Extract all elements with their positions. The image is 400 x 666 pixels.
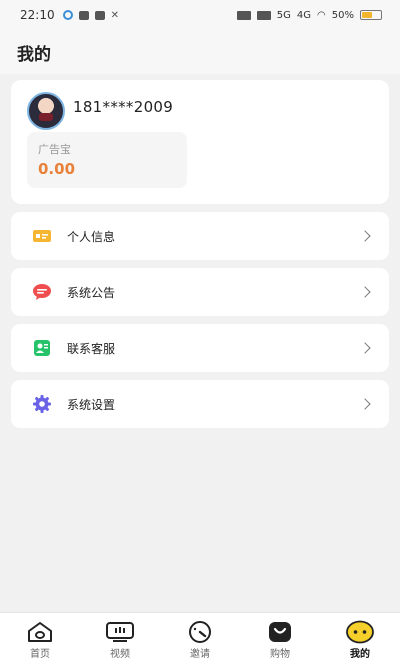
page-header: 我的 bbox=[0, 30, 400, 74]
id-card-icon bbox=[32, 226, 52, 246]
menu-label: 联系客服 bbox=[67, 341, 116, 356]
battery-icon bbox=[360, 10, 382, 20]
tab-label: 邀请 bbox=[190, 649, 210, 660]
contact-icon bbox=[32, 338, 52, 358]
nfc-icon bbox=[236, 10, 251, 20]
wallet-amount: 0.00 bbox=[38, 160, 76, 178]
wifi-icon: ◠ bbox=[317, 9, 326, 21]
tab-shopping[interactable]: 购物 bbox=[240, 613, 320, 666]
tab-video[interactable]: 视频 bbox=[80, 613, 160, 666]
menu-label: 个人信息 bbox=[67, 229, 116, 244]
menu-item-announcement[interactable]: 系统公告 bbox=[11, 268, 389, 316]
shopping-icon bbox=[265, 620, 295, 644]
tab-profile[interactable]: 我的 bbox=[320, 613, 400, 666]
battery-percent: 50% bbox=[331, 9, 354, 21]
chevron-right-icon bbox=[359, 398, 371, 410]
sync-icon bbox=[62, 10, 73, 20]
menu-item-customer-service[interactable]: 联系客服 bbox=[11, 324, 389, 372]
signal-5g-icon: 5G bbox=[276, 9, 291, 21]
user-phone: 181****2009 bbox=[73, 98, 174, 116]
status-right: 5G 4G ◠ 50% bbox=[236, 9, 382, 21]
gear-icon bbox=[32, 394, 52, 414]
wallet-label: 广告宝 bbox=[38, 143, 71, 156]
chat-icon bbox=[78, 10, 89, 20]
signal-4g-icon: 4G bbox=[296, 9, 312, 21]
menu-item-personal-info[interactable]: 个人信息 bbox=[11, 212, 389, 260]
chevron-right-icon bbox=[359, 342, 371, 354]
status-bar: 22:10 ✕ 5G 4G ◠ 50% bbox=[0, 0, 400, 30]
tab-label: 首页 bbox=[30, 649, 50, 660]
tab-invite[interactable]: 邀请 bbox=[160, 613, 240, 666]
chevron-right-icon bbox=[359, 286, 371, 298]
hd-icon bbox=[256, 10, 271, 20]
tab-home[interactable]: 首页 bbox=[0, 613, 80, 666]
page-title: 我的 bbox=[17, 40, 55, 65]
menu-item-settings[interactable]: 系统设置 bbox=[11, 380, 389, 428]
profile-face-icon bbox=[345, 620, 375, 644]
tab-label: 购物 bbox=[270, 649, 290, 660]
tab-label: 我的 bbox=[350, 649, 370, 660]
notification-glyph-icon: ✕ bbox=[110, 9, 119, 21]
calendar-icon bbox=[94, 10, 105, 20]
tab-label: 视频 bbox=[110, 649, 130, 660]
menu-label: 系统设置 bbox=[67, 397, 116, 412]
status-time: 22:10 bbox=[20, 8, 55, 22]
bottom-tab-bar: 首页 视频 邀请 购物 我的 bbox=[0, 612, 400, 666]
chevron-right-icon bbox=[359, 230, 371, 242]
message-icon bbox=[32, 282, 52, 302]
menu-label: 系统公告 bbox=[67, 285, 116, 300]
home-icon bbox=[25, 620, 55, 644]
wallet-box[interactable]: 广告宝 0.00 bbox=[27, 132, 187, 188]
avatar[interactable] bbox=[27, 92, 65, 130]
profile-card: 181****2009 广告宝 0.00 bbox=[11, 80, 389, 204]
notification-icons: ✕ bbox=[62, 9, 119, 21]
invite-icon bbox=[185, 620, 215, 644]
video-icon bbox=[105, 620, 135, 644]
